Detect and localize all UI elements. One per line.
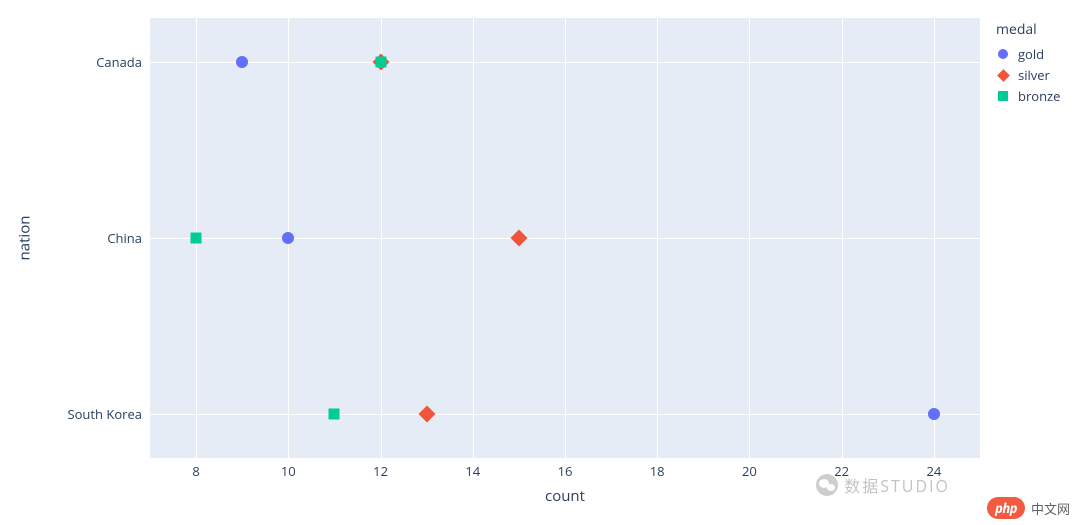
- point-bronze-china[interactable]: [191, 233, 202, 244]
- legend-item-bronze[interactable]: bronze: [996, 87, 1060, 105]
- point-silver-china[interactable]: [510, 230, 527, 247]
- php-logo: php: [987, 497, 1025, 519]
- y-axis-label: nation: [14, 18, 34, 458]
- legend: medal gold silver bronze: [996, 20, 1060, 108]
- xtick-label: 12: [373, 462, 388, 480]
- point-gold-china[interactable]: [282, 232, 294, 244]
- legend-label: silver: [1018, 66, 1050, 84]
- xtick-label: 10: [281, 462, 296, 480]
- xtick-label: 14: [465, 462, 480, 480]
- studio-text: 数据STUDIO: [844, 473, 950, 497]
- gridline-h: [150, 238, 980, 239]
- plot-area[interactable]: [150, 18, 980, 458]
- scatter-chart: 8 10 12 14 16 18 20 22 24 Canada China S…: [0, 0, 1080, 525]
- legend-item-gold[interactable]: gold: [996, 45, 1060, 63]
- legend-label: bronze: [1018, 87, 1060, 105]
- xtick-label: 16: [558, 462, 573, 480]
- studio-watermark: 数据STUDIO: [816, 473, 950, 497]
- square-icon: [996, 89, 1010, 103]
- circle-icon: [996, 47, 1010, 61]
- point-gold-canada[interactable]: [236, 56, 248, 68]
- wechat-icon: [816, 474, 838, 496]
- php-watermark: php 中文网: [987, 497, 1070, 519]
- php-cn-text: 中文网: [1031, 499, 1070, 518]
- ytick-label: South Korea: [67, 405, 142, 423]
- legend-title: medal: [996, 20, 1060, 39]
- point-bronze-southkorea[interactable]: [329, 409, 340, 420]
- xtick-label: 20: [742, 462, 757, 480]
- ytick-label: China: [107, 229, 142, 247]
- point-gold-southkorea[interactable]: [928, 408, 940, 420]
- legend-label: gold: [1018, 45, 1044, 63]
- point-bronze-canada[interactable]: [375, 57, 386, 68]
- gridline-h: [150, 414, 980, 415]
- ytick-label: Canada: [96, 53, 142, 71]
- xtick-label: 8: [192, 462, 199, 480]
- xtick-label: 18: [650, 462, 665, 480]
- gridline-h: [150, 62, 980, 63]
- diamond-icon: [996, 68, 1010, 82]
- legend-item-silver[interactable]: silver: [996, 66, 1060, 84]
- point-silver-southkorea[interactable]: [418, 406, 435, 423]
